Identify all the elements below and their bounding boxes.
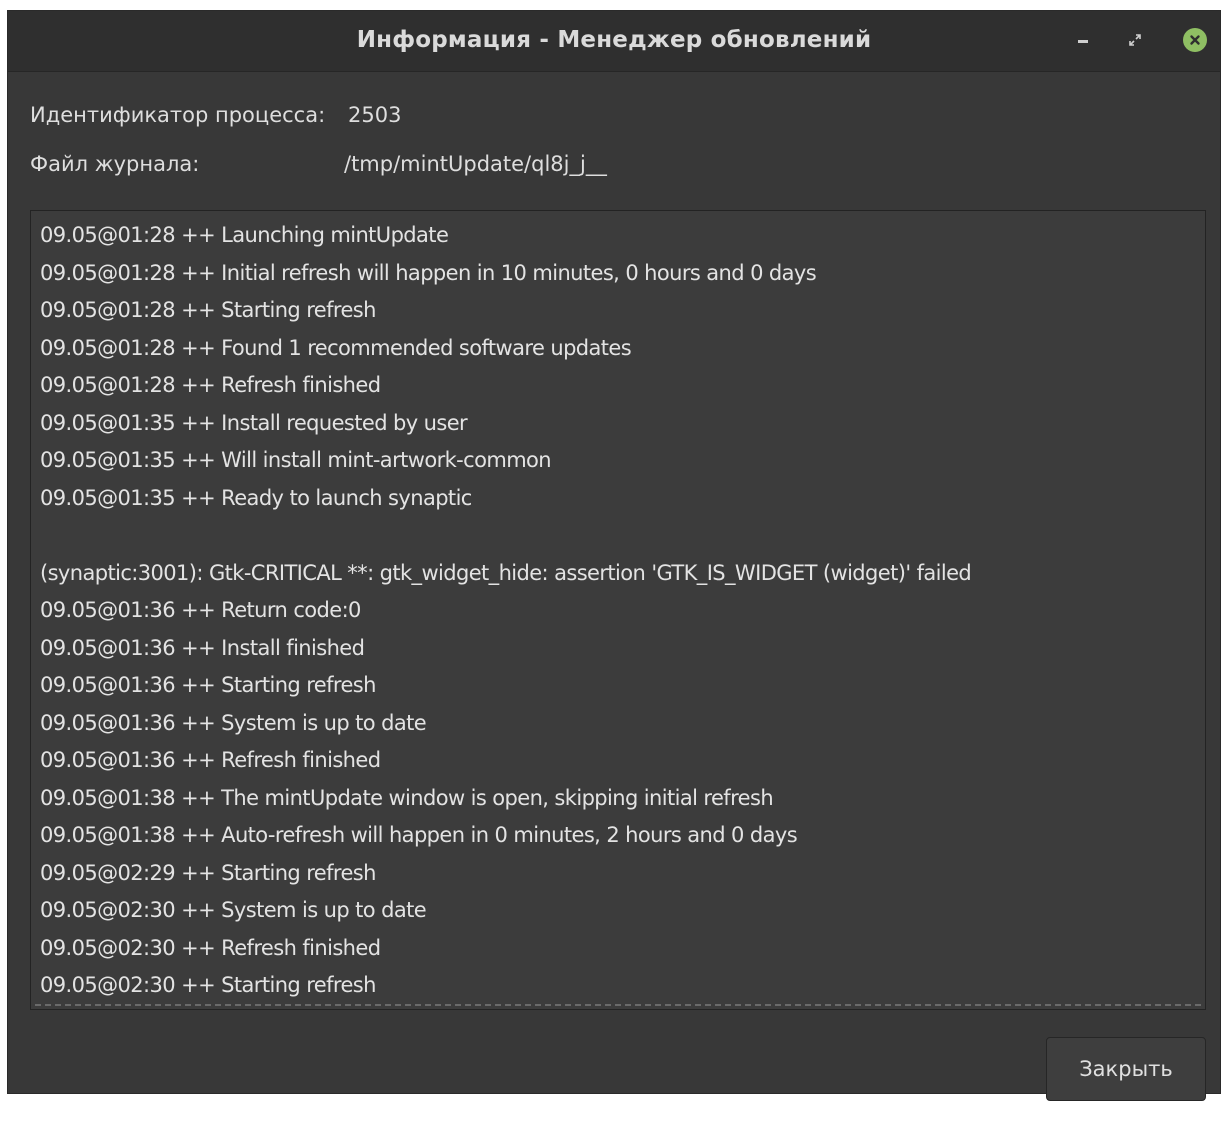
close-icon [1183, 28, 1207, 52]
logfile-row: Файл журнала: /tmp/mintUpdate/ql8j_j__ [30, 152, 607, 176]
log-line: 09.05@01:36 ++ Install finished [40, 635, 365, 660]
minimize-icon [1078, 38, 1088, 43]
log-line: 09.05@02:29 ++ Starting refresh [40, 860, 376, 885]
logfile-label: Файл журнала: [30, 152, 200, 176]
scroll-edge-indicator [35, 1004, 1201, 1006]
log-text: 09.05@01:28 ++ Launching mintUpdate 09.05… [40, 217, 1197, 1005]
log-line: 09.05@02:30 ++ System is up to date [40, 898, 427, 922]
log-line: 09.05@01:36 ++ Refresh finished [40, 748, 381, 772]
log-line: 09.05@01:35 ++ Install requested by user [40, 410, 468, 435]
window-close-button[interactable] [1180, 25, 1210, 55]
pid-value: 2503 [348, 103, 402, 127]
log-line: 09.05@01:38 ++ Auto-refresh will happen … [40, 823, 798, 847]
maximize-button[interactable] [1120, 25, 1150, 55]
log-line: 09.05@01:36 ++ Return code:0 [40, 598, 361, 622]
title-bar[interactable]: Информация - Менеджер обновлений [8, 11, 1220, 72]
log-line: 09.05@02:30 ++ Refresh finished [40, 935, 381, 960]
log-line: 09.05@02:30 ++ Starting refresh [40, 973, 376, 997]
window-title: Информация - Менеджер обновлений [356, 27, 872, 53]
log-text-view[interactable]: 09.05@01:28 ++ Launching mintUpdate 09.05… [30, 210, 1206, 1010]
log-line: 09.05@01:38 ++ The mintUpdate window is … [40, 785, 774, 810]
log-line: 09.05@01:28 ++ Launching mintUpdate [40, 223, 449, 247]
log-line: (synaptic:3001): Gtk-CRITICAL **: gtk_wi… [40, 560, 972, 585]
pid-label: Идентификатор процесса: [30, 103, 326, 127]
close-button[interactable]: Закрыть [1046, 1037, 1206, 1101]
log-line: 09.05@01:28 ++ Initial refresh will happ… [40, 260, 817, 285]
log-line: 09.05@01:36 ++ System is up to date [40, 710, 427, 735]
info-dialog-window: Информация - Менеджер обновлений Идентиф… [7, 10, 1221, 1101]
log-line: 09.05@01:28 ++ Found 1 recommended softw… [40, 335, 632, 360]
log-line: 09.05@01:28 ++ Refresh finished [40, 373, 381, 397]
log-line: 09.05@01:36 ++ Starting refresh [40, 673, 376, 697]
log-line: 09.05@01:35 ++ Ready to launch synaptic [40, 485, 472, 510]
minimize-button[interactable] [1068, 25, 1098, 55]
pid-row: Идентификатор процесса: 2503 [30, 103, 401, 127]
logfile-value: /tmp/mintUpdate/ql8j_j__ [344, 152, 607, 176]
maximize-icon [1129, 31, 1141, 50]
log-line: 09.05@01:28 ++ Starting refresh [40, 298, 376, 322]
log-line: 09.05@01:35 ++ Will install mint-artwork… [40, 448, 552, 472]
